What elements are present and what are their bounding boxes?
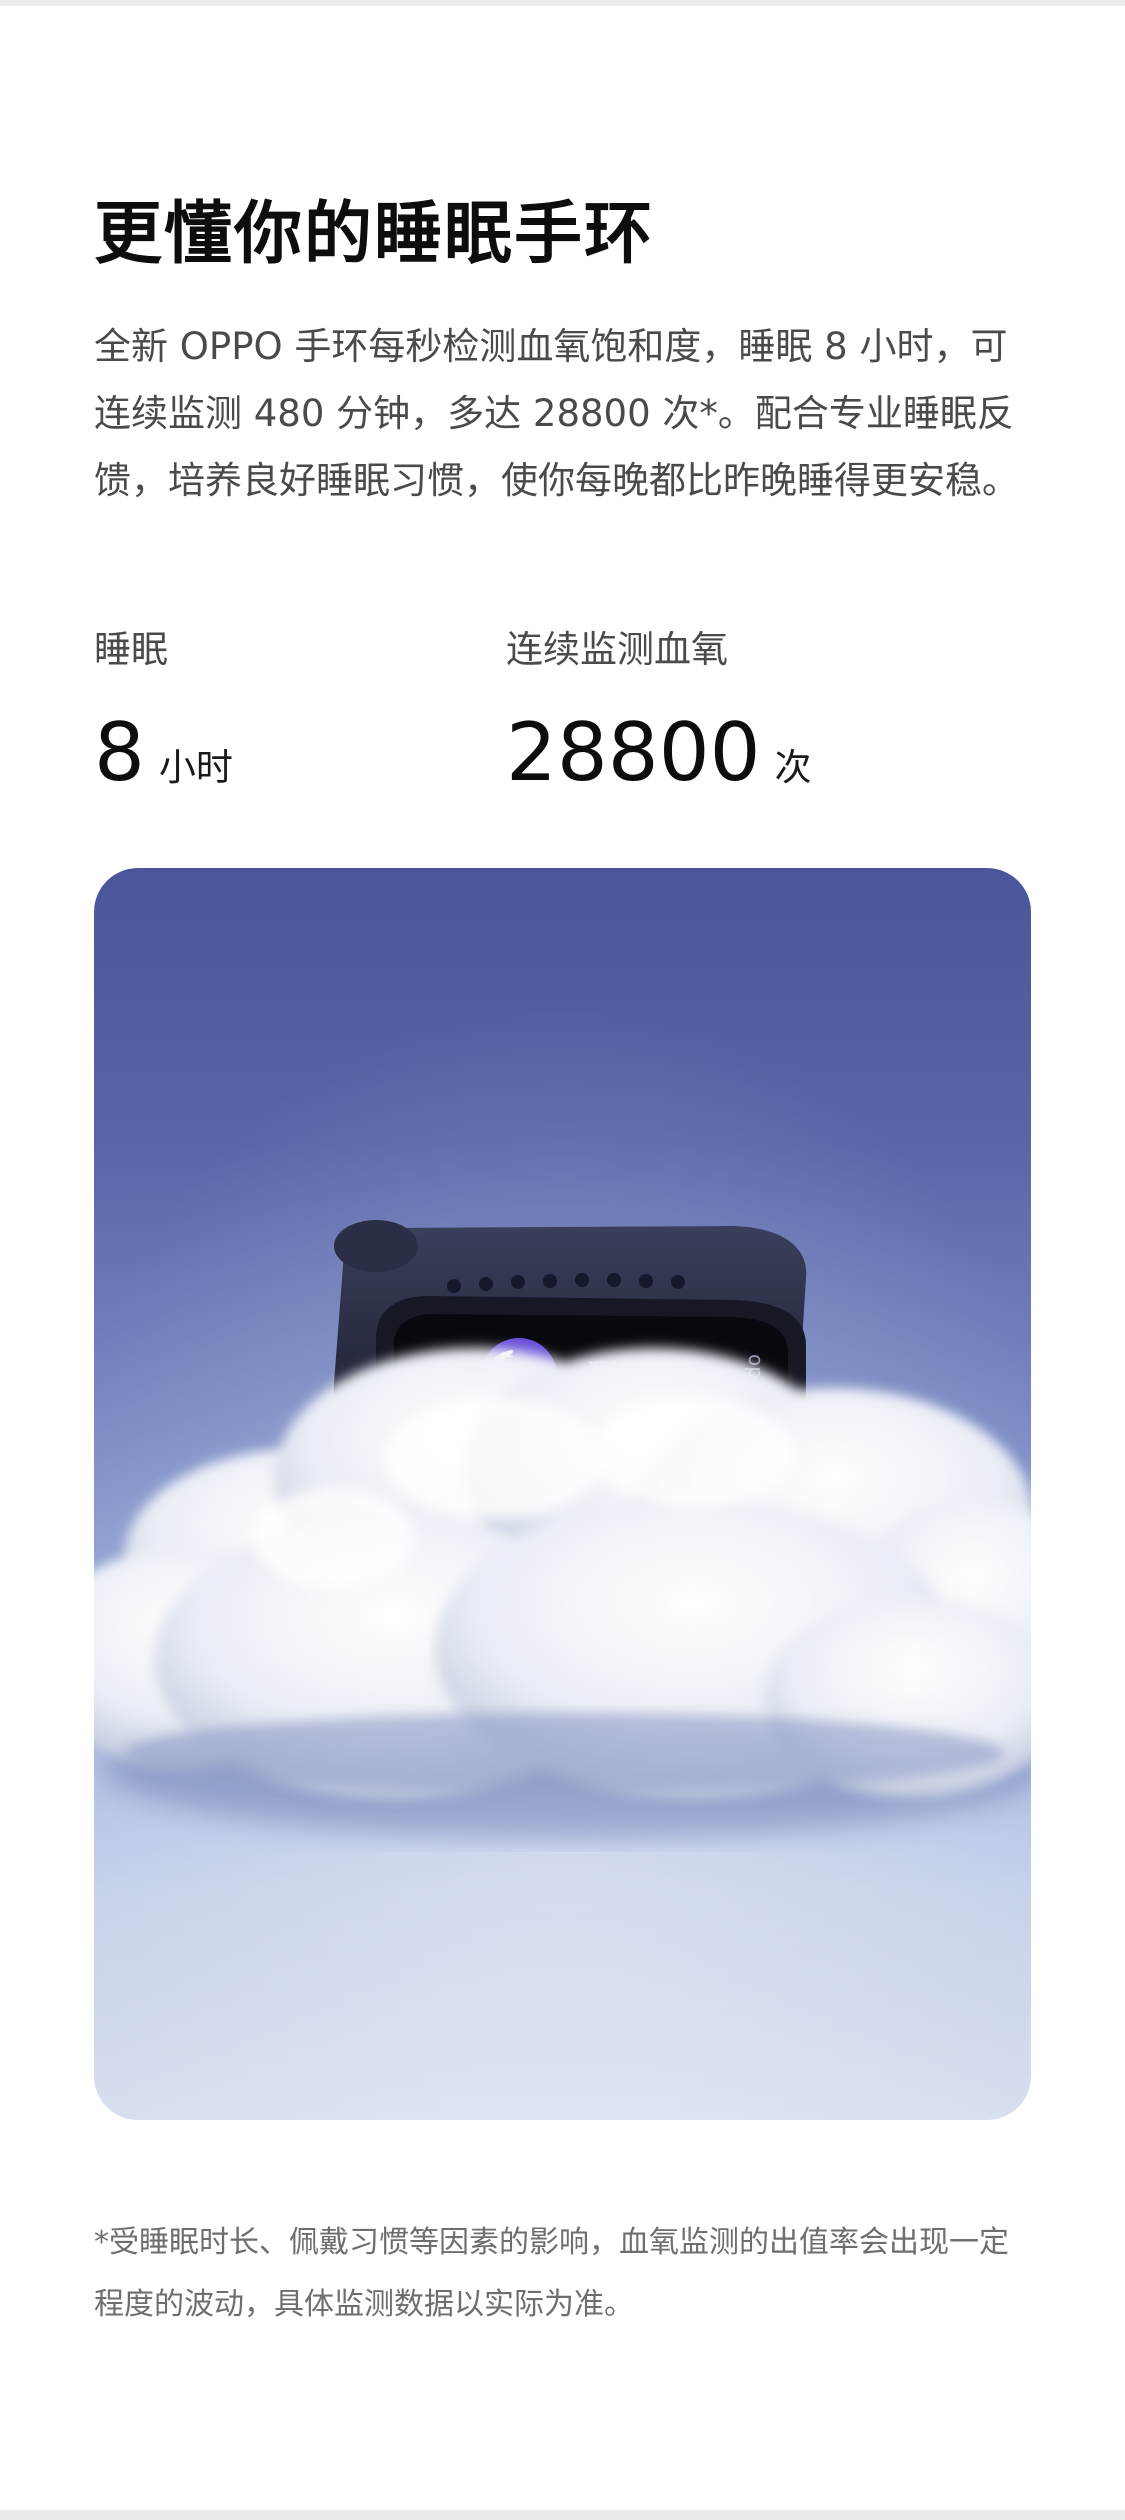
stat-sleep: 睡眠 8 小时	[94, 622, 233, 798]
hero-image: z z 睡眠 oppo	[94, 868, 1031, 2120]
stat-oxygen-unit: 次	[774, 746, 812, 789]
stat-sleep-value-row: 8 小时	[94, 708, 233, 798]
stat-sleep-value: 8	[94, 706, 145, 799]
stat-oxygen-value-row: 28800 次	[506, 708, 812, 798]
bottom-divider	[0, 2510, 1125, 2520]
stat-oxygen-label: 连续监测血氧	[506, 628, 728, 671]
product-page: 更懂你的睡眠手环 全新 OPPO 手环每秒检测血氧饱和度，睡眠 8 小时，可连续…	[0, 0, 1125, 2520]
feature-description: 全新 OPPO 手环每秒检测血氧饱和度，睡眠 8 小时，可连续监测 480 分钟…	[94, 325, 1019, 502]
stat-oxygen: 连续监测血氧 28800 次	[506, 622, 812, 798]
stat-sleep-unit: 小时	[158, 746, 233, 789]
stat-sleep-label: 睡眠	[94, 628, 168, 671]
page-title: 更懂你的睡眠手环	[94, 195, 655, 274]
band-on-cloud-illustration: z z 睡眠 oppo	[94, 868, 1031, 2120]
stat-oxygen-value: 28800	[506, 706, 761, 799]
top-divider	[0, 0, 1125, 6]
footnote: *受睡眠时长、佩戴习惯等因素的影响，血氧监测的出值率会出现一定程度的波动，具体监…	[94, 2225, 1009, 2322]
